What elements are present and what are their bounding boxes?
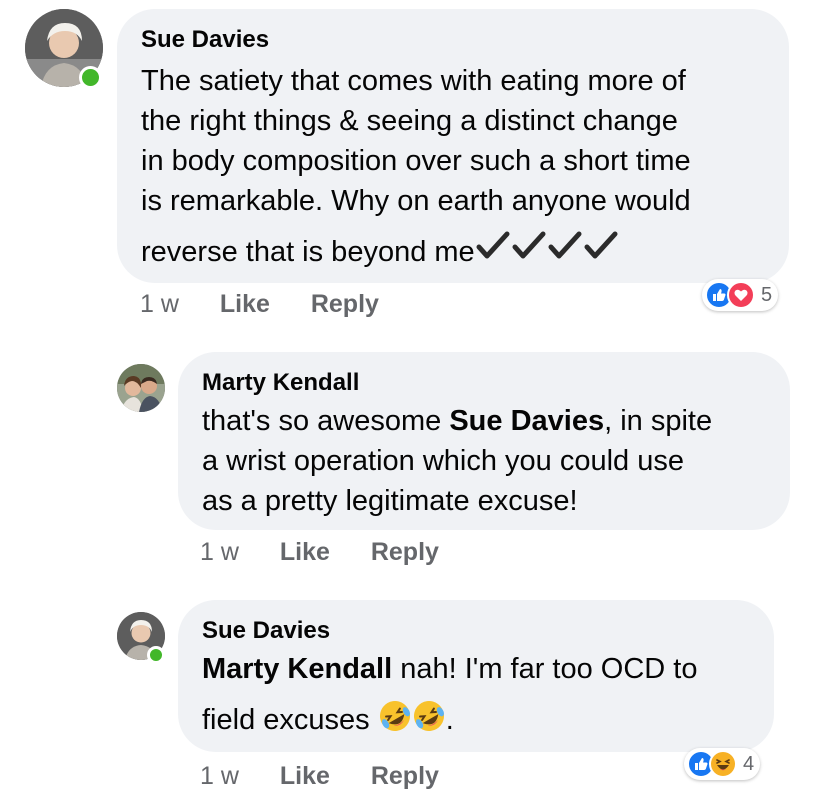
comment-line: field excuses . bbox=[202, 699, 698, 744]
comment-line: is remarkable. Why on earth anyone would bbox=[141, 185, 691, 217]
reply-button[interactable]: Reply bbox=[371, 762, 439, 790]
comment-line: Marty Kendall nah! I'm far too OCD to bbox=[202, 649, 698, 689]
comment-text: , in spite bbox=[604, 405, 713, 437]
reaction-count: 4 bbox=[743, 752, 755, 775]
comment-author[interactable]: Sue Davies bbox=[141, 26, 269, 54]
heavy-check-mark-icon bbox=[583, 231, 619, 272]
comment-body: Marty Kendall nah! I'm far too OCD to fi… bbox=[202, 649, 698, 744]
reaction-summary[interactable]: 4 bbox=[684, 748, 761, 780]
comment-line: in body composition over such a short ti… bbox=[141, 145, 691, 177]
comment-line: The satiety that comes with eating more … bbox=[141, 65, 686, 97]
heavy-check-mark-icon bbox=[475, 231, 511, 272]
comment-bubble: Marty Kendall that's so awesome Sue Davi… bbox=[178, 352, 790, 530]
reply-button[interactable]: Reply bbox=[371, 538, 439, 566]
comment-actions: 1 w Like Reply bbox=[200, 538, 473, 567]
comment-actions: 1 w Like Reply bbox=[140, 290, 413, 319]
love-icon bbox=[727, 281, 755, 309]
comment-text: . bbox=[445, 704, 454, 737]
comment-timestamp[interactable]: 1 w bbox=[140, 290, 179, 318]
comment-line: that's so awesome Sue Davies, in spite bbox=[202, 401, 712, 441]
comment-line-text: reverse that is beyond me bbox=[141, 236, 475, 268]
online-status-indicator bbox=[79, 66, 102, 89]
avatar[interactable] bbox=[117, 364, 165, 412]
comment-body: that's so awesome Sue Davies, in spite a… bbox=[202, 401, 712, 521]
comment-timestamp[interactable]: 1 w bbox=[200, 538, 239, 566]
laughing-icon bbox=[709, 750, 737, 778]
like-button[interactable]: Like bbox=[280, 762, 330, 790]
comment-line: as a pretty legitimate excuse! bbox=[202, 485, 578, 517]
reaction-count: 5 bbox=[761, 283, 773, 306]
comment-author[interactable]: Marty Kendall bbox=[202, 369, 359, 397]
comment-line: a wrist operation which you could use bbox=[202, 445, 684, 477]
comment-actions: 1 w Like Reply bbox=[200, 762, 473, 791]
comment-line: reverse that is beyond me bbox=[141, 231, 691, 272]
like-button[interactable]: Like bbox=[220, 290, 270, 318]
rolling-on-floor-laughing-icon bbox=[378, 699, 412, 744]
comment-timestamp[interactable]: 1 w bbox=[200, 762, 239, 790]
heavy-check-mark-icon bbox=[511, 231, 547, 272]
heavy-check-mark-icon bbox=[547, 231, 583, 272]
comment-bubble: Sue Davies Marty Kendall nah! I'm far to… bbox=[178, 600, 774, 752]
comment-text: that's so awesome bbox=[202, 405, 450, 437]
comment-author[interactable]: Sue Davies bbox=[202, 617, 330, 645]
online-status-indicator bbox=[147, 646, 165, 664]
reply-button[interactable]: Reply bbox=[311, 290, 379, 318]
mention-link[interactable]: Marty Kendall bbox=[202, 653, 392, 685]
rolling-on-floor-laughing-icon bbox=[412, 699, 446, 744]
comment-body: The satiety that comes with eating more … bbox=[141, 61, 691, 272]
like-button[interactable]: Like bbox=[280, 538, 330, 566]
comment-text: nah! I'm far too OCD to bbox=[392, 653, 698, 685]
comment-line: the right things & seeing a distinct cha… bbox=[141, 105, 678, 137]
mention-link[interactable]: Sue Davies bbox=[449, 405, 604, 437]
comment-text: field excuses bbox=[202, 704, 370, 737]
comment-bubble: Sue Davies The satiety that comes with e… bbox=[117, 9, 789, 283]
reaction-summary[interactable]: 5 bbox=[702, 279, 779, 311]
